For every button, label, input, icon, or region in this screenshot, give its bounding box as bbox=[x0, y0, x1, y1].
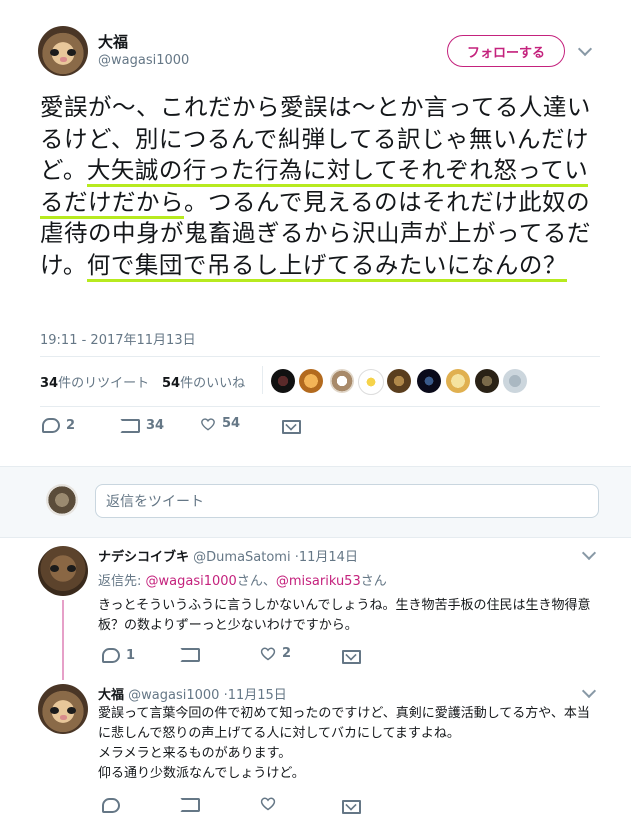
like-stat[interactable]: 54件のいいね bbox=[162, 372, 245, 391]
retweet-action[interactable] bbox=[180, 648, 200, 662]
chevron-down-icon[interactable] bbox=[581, 545, 597, 561]
like-count: 2 bbox=[282, 646, 292, 661]
heart-icon bbox=[201, 417, 215, 431]
tweet-timestamp[interactable]: 19:11 - 2017年11月13日 bbox=[40, 329, 196, 348]
mention-link[interactable]: @wagasi1000 bbox=[146, 574, 237, 589]
retweet-icon bbox=[120, 418, 140, 433]
liker-avatar[interactable] bbox=[358, 369, 384, 395]
direct-message-action[interactable] bbox=[342, 800, 361, 814]
like-action-count: 54 bbox=[222, 416, 241, 431]
reply-author-name[interactable]: 大福 bbox=[98, 688, 124, 703]
author-handle[interactable]: @wagasi1000 bbox=[98, 53, 189, 68]
reply-input[interactable]: 返信をツイート bbox=[95, 484, 599, 518]
divider bbox=[40, 356, 600, 357]
reply-author-handle[interactable]: @wagasi1000 bbox=[128, 688, 219, 703]
reply-text: きっとそういうふうに言うしかないんでしょうね。生き物苦手板の住民は生き物得意板？… bbox=[98, 598, 591, 633]
liker-avatar[interactable] bbox=[417, 369, 441, 393]
reply-icon bbox=[102, 648, 120, 663]
like-label: 件のいいね bbox=[180, 376, 246, 391]
current-user-avatar bbox=[46, 484, 78, 516]
liker-avatar[interactable] bbox=[271, 369, 295, 393]
liker-avatar[interactable] bbox=[387, 369, 411, 393]
reply-action[interactable]: 1 bbox=[102, 648, 135, 663]
liker-avatar[interactable] bbox=[503, 369, 527, 393]
reply-action[interactable] bbox=[102, 798, 120, 813]
reply-date[interactable]: ·11月15日 bbox=[224, 688, 287, 703]
reply-author-handle[interactable]: @DumaSatomi bbox=[193, 550, 290, 565]
replying-to-mid: さん、 bbox=[236, 574, 276, 589]
heart-icon bbox=[260, 797, 276, 811]
retweet-icon bbox=[180, 798, 200, 812]
retweet-stat[interactable]: 34件のリツイート bbox=[40, 372, 149, 391]
retweet-action[interactable]: 34 bbox=[120, 418, 164, 433]
retweet-label: 件のリツイート bbox=[58, 376, 150, 391]
more-options-chevron-icon[interactable] bbox=[577, 41, 596, 60]
reply-input-placeholder: 返信をツイート bbox=[106, 494, 204, 510]
liker-avatar[interactable] bbox=[475, 369, 499, 393]
mail-icon bbox=[282, 420, 301, 434]
reply-count: 1 bbox=[126, 648, 136, 663]
like-count: 54 bbox=[162, 376, 181, 391]
retweet-action-count: 34 bbox=[146, 418, 165, 433]
thread-connector bbox=[62, 600, 64, 680]
mention-link[interactable]: @misariku53 bbox=[276, 574, 361, 589]
reply-icon bbox=[42, 418, 60, 433]
divider bbox=[40, 406, 600, 407]
author-avatar[interactable] bbox=[38, 26, 88, 76]
reply-date[interactable]: ·11月14日 bbox=[295, 550, 358, 565]
reply-action[interactable]: 2 bbox=[42, 418, 75, 433]
tweet-text-highlight-2: 何で集団で吊るし上げてるみたいになんの？ bbox=[86, 250, 567, 282]
reply-author-name[interactable]: ナデシコイブキ bbox=[98, 550, 189, 565]
tweet-text: 愛誤が〜、これだから愛誤は〜とか言ってる人達いるけど、別につるんで糾弾してる訳じ… bbox=[40, 92, 600, 282]
heart-icon bbox=[260, 647, 276, 661]
reply-author-avatar[interactable] bbox=[38, 546, 88, 596]
retweet-icon bbox=[180, 648, 200, 662]
replying-to: 返信先: @wagasi1000さん、@misariku53さん bbox=[98, 570, 387, 589]
reply-text: 愛誤って言葉今回の件で初めて知ったのですけど、真剣に愛護活動してる方や、本当に悲… bbox=[98, 706, 590, 781]
liker-avatar[interactable] bbox=[330, 369, 354, 393]
liker-avatar[interactable] bbox=[299, 369, 323, 393]
reply-count: 2 bbox=[66, 418, 76, 433]
reply-header: ナデシコイブキ @DumaSatomi ·11月14日 bbox=[98, 546, 358, 565]
stat-separator bbox=[262, 366, 263, 394]
mail-icon bbox=[342, 800, 361, 814]
liker-avatar[interactable] bbox=[446, 369, 470, 393]
author-display-name[interactable]: 大福 bbox=[98, 31, 128, 52]
direct-message-action[interactable] bbox=[282, 420, 301, 434]
follow-button[interactable]: フォローする bbox=[447, 35, 565, 67]
reply-header: 大福 @wagasi1000 ·11月15日 bbox=[98, 684, 287, 703]
mail-icon bbox=[342, 650, 361, 664]
chevron-down-icon[interactable] bbox=[581, 683, 597, 699]
retweet-action[interactable] bbox=[180, 798, 200, 812]
like-action[interactable] bbox=[260, 796, 276, 811]
reply-icon bbox=[102, 798, 120, 813]
direct-message-action[interactable] bbox=[342, 650, 361, 664]
reply-author-avatar[interactable] bbox=[38, 684, 88, 734]
like-action[interactable]: 2 bbox=[260, 646, 291, 661]
retweet-count: 34 bbox=[40, 376, 59, 391]
replying-to-prefix: 返信先: bbox=[98, 574, 142, 589]
replying-to-suffix: さん bbox=[360, 574, 387, 589]
like-action[interactable]: 54 bbox=[200, 416, 240, 431]
